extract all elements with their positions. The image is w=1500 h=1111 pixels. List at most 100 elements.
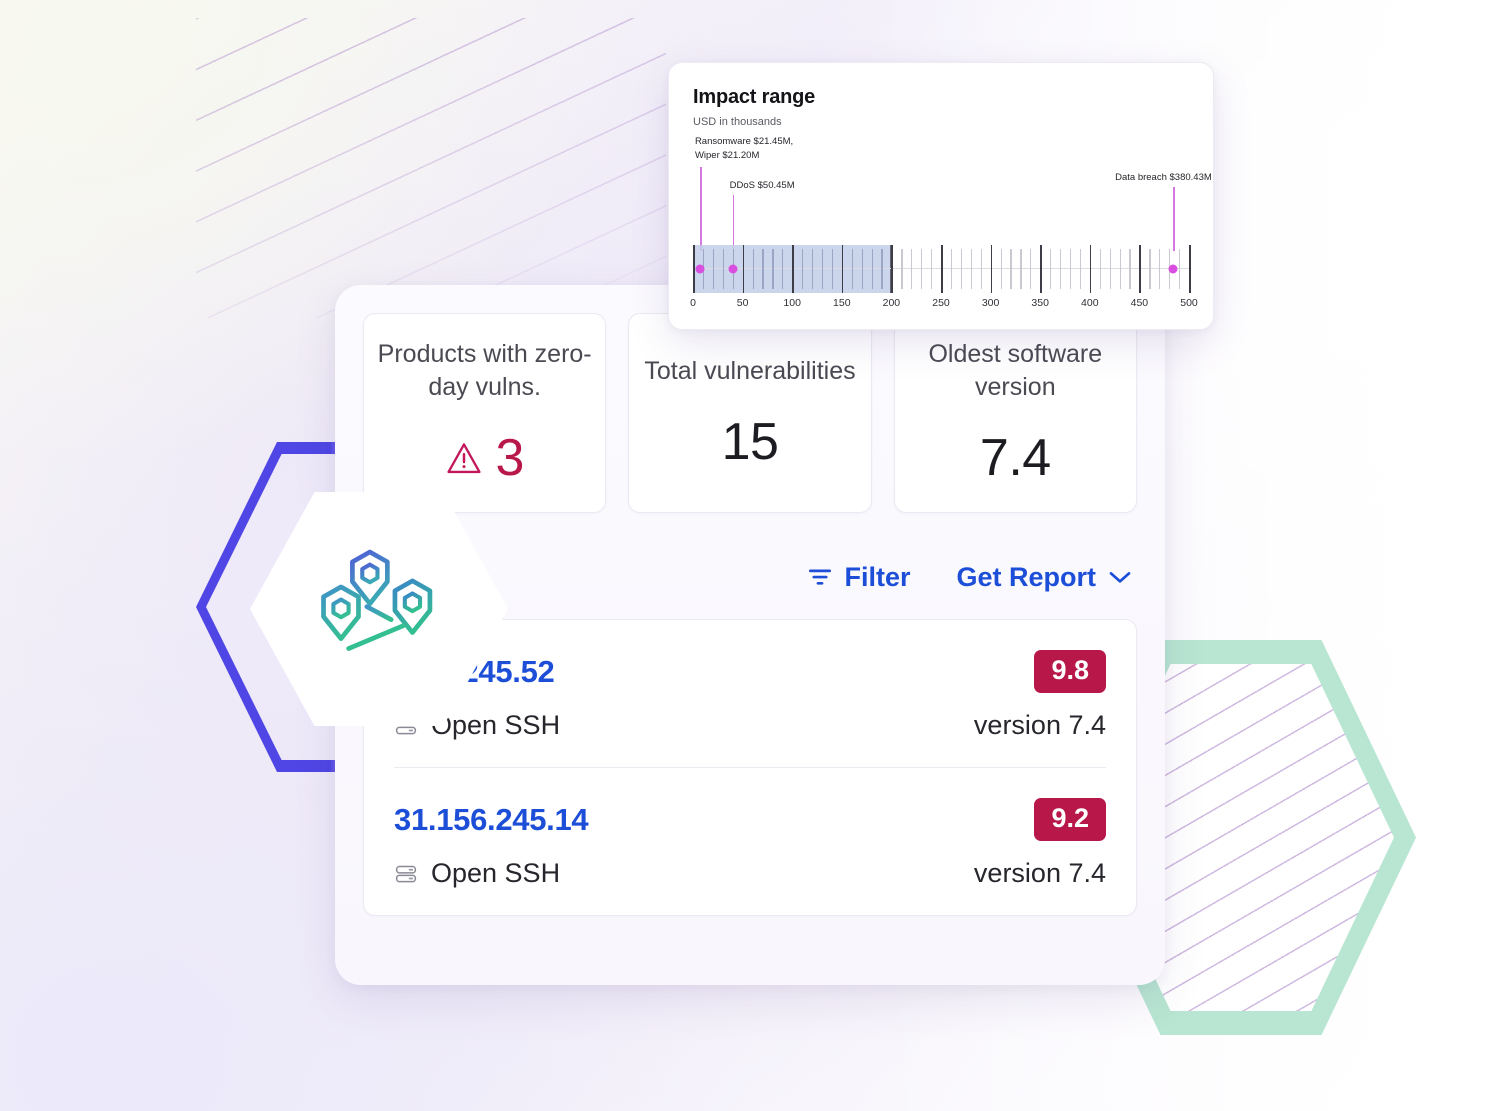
x-tick-label: 450 (1131, 297, 1149, 309)
kpi-card-total-vulnerabilities: Total vulnerabilities 15 (628, 313, 871, 513)
kpi-value: 15 (722, 412, 779, 472)
kpi-number: 7.4 (980, 428, 1051, 488)
host-ip-link[interactable]: 31.156.245.14 (394, 802, 588, 838)
kpi-value: 3 (445, 428, 523, 488)
details-header-actions: Filter Get Report (807, 562, 1133, 593)
version-label: version 7.4 (974, 710, 1106, 741)
x-tick-label: 500 (1180, 297, 1198, 309)
x-axis-tick-labels: 050100150200250300350400450500 (693, 297, 1189, 317)
axis-tick (1129, 249, 1130, 289)
status-badge: 9.2 (1034, 798, 1106, 841)
kpi-label: Oldest software version (908, 338, 1123, 404)
axis-tick (862, 249, 863, 289)
axis-tick (1179, 249, 1180, 289)
chevron-down-icon (1107, 568, 1133, 586)
kpi-card-row: Products with zero-day vulns. 3 Total vu… (363, 313, 1137, 513)
x-tick-label: 250 (932, 297, 950, 309)
x-tick-label: 400 (1081, 297, 1099, 309)
axis-tick (772, 249, 773, 289)
axis-tick (921, 249, 922, 289)
axis-tick (1060, 249, 1061, 289)
axis-tick (1149, 249, 1150, 289)
decorative-hatch-lines-top-left (196, 18, 666, 318)
data-point-marker (1169, 265, 1178, 274)
axis-tick (693, 245, 695, 293)
annotation-stem (1173, 187, 1175, 251)
service-label: Open SSH (394, 858, 560, 889)
annotation-stem (700, 167, 702, 251)
axis-tick (1139, 245, 1141, 293)
table-row[interactable]: 31.156.245.14 9.2 Open SS (394, 767, 1106, 915)
x-tick-label: 0 (690, 297, 696, 309)
table-row[interactable]: .156.245.52 9.8 Open SSH (394, 620, 1106, 767)
axis-tick (812, 249, 813, 289)
axis-tick (852, 249, 853, 289)
get-report-button[interactable]: Get Report (956, 562, 1133, 593)
axis-tick (1040, 245, 1042, 293)
chart-annotation-label-line2: Wiper $21.20M (695, 149, 793, 163)
axis-tick (1070, 249, 1071, 289)
axis-tick (941, 245, 943, 293)
impact-range-plot: Ransomware $21.45M,Wiper $21.20M DDoS $50… (693, 133, 1189, 319)
data-point-marker (728, 265, 737, 274)
axis-tick (753, 249, 754, 289)
filter-button[interactable]: Filter (807, 562, 910, 593)
axis-tick (971, 249, 972, 289)
axis-tick (1080, 249, 1081, 289)
data-point-marker (695, 265, 704, 274)
warning-triangle-icon (445, 441, 483, 475)
chart-annotation-label: Data breach $380.43M (1115, 171, 1212, 185)
axis-tick (951, 249, 952, 289)
axis-tick (832, 249, 833, 289)
chart-annotation-label: DDoS $50.45M (730, 179, 795, 193)
vulnerability-list: .156.245.52 9.8 Open SSH (363, 619, 1137, 916)
axis-tick (981, 249, 982, 289)
service-name: Open SSH (431, 858, 560, 889)
axis-tick (822, 249, 823, 289)
axis-tick (792, 245, 794, 293)
service-name: Open SSH (431, 710, 560, 741)
server-rack-icon (394, 862, 418, 886)
axis-tick (931, 249, 932, 289)
chart-title: Impact range (693, 86, 1189, 109)
x-tick-label: 350 (1031, 297, 1049, 309)
kpi-card-oldest-software-version: Oldest software version 7.4 (894, 313, 1137, 513)
axis-tick (961, 249, 962, 289)
axis-tick (1120, 249, 1121, 289)
axis-tick (713, 249, 714, 289)
x-tick-label: 200 (883, 297, 901, 309)
version-label: version 7.4 (974, 858, 1106, 889)
x-tick-label: 300 (982, 297, 1000, 309)
kpi-value: 7.4 (980, 428, 1051, 488)
axis-tick (1030, 249, 1031, 289)
threat-locations-hexagon-logo (303, 539, 455, 679)
chart-axis (693, 245, 1189, 293)
axis-tick (723, 249, 724, 289)
annotation-stem (733, 195, 735, 251)
kpi-number: 3 (495, 428, 523, 488)
x-tick-label: 100 (783, 297, 801, 309)
kpi-label: Products with zero-day vulns. (377, 338, 592, 404)
x-tick-label: 50 (737, 297, 749, 309)
axis-tick (1001, 249, 1002, 289)
filter-icon (807, 566, 833, 588)
axis-tick (842, 245, 844, 293)
x-tick-label: 150 (833, 297, 851, 309)
kpi-label: Total vulnerabilities (644, 355, 855, 388)
axis-tick (881, 249, 882, 289)
kpi-card-zero-day-vulns: Products with zero-day vulns. 3 (363, 313, 606, 513)
axis-tick (1100, 249, 1101, 289)
chart-annotations: Ransomware $21.45M,Wiper $21.20M DDoS $50… (693, 133, 1189, 251)
axis-tick (901, 249, 902, 289)
axis-tick (782, 249, 783, 289)
axis-tick (743, 245, 745, 293)
chart-annotation-label: Ransomware $21.45M,Wiper $21.20M (695, 135, 793, 164)
axis-tick (762, 249, 763, 289)
axis-tick (1010, 249, 1011, 289)
get-report-label: Get Report (956, 562, 1096, 593)
filter-label: Filter (844, 562, 910, 593)
axis-tick (1159, 249, 1160, 289)
axis-tick (802, 249, 803, 289)
axis-tick (1050, 249, 1051, 289)
impact-range-card: Impact range USD in thousands Ransomware… (668, 62, 1214, 330)
